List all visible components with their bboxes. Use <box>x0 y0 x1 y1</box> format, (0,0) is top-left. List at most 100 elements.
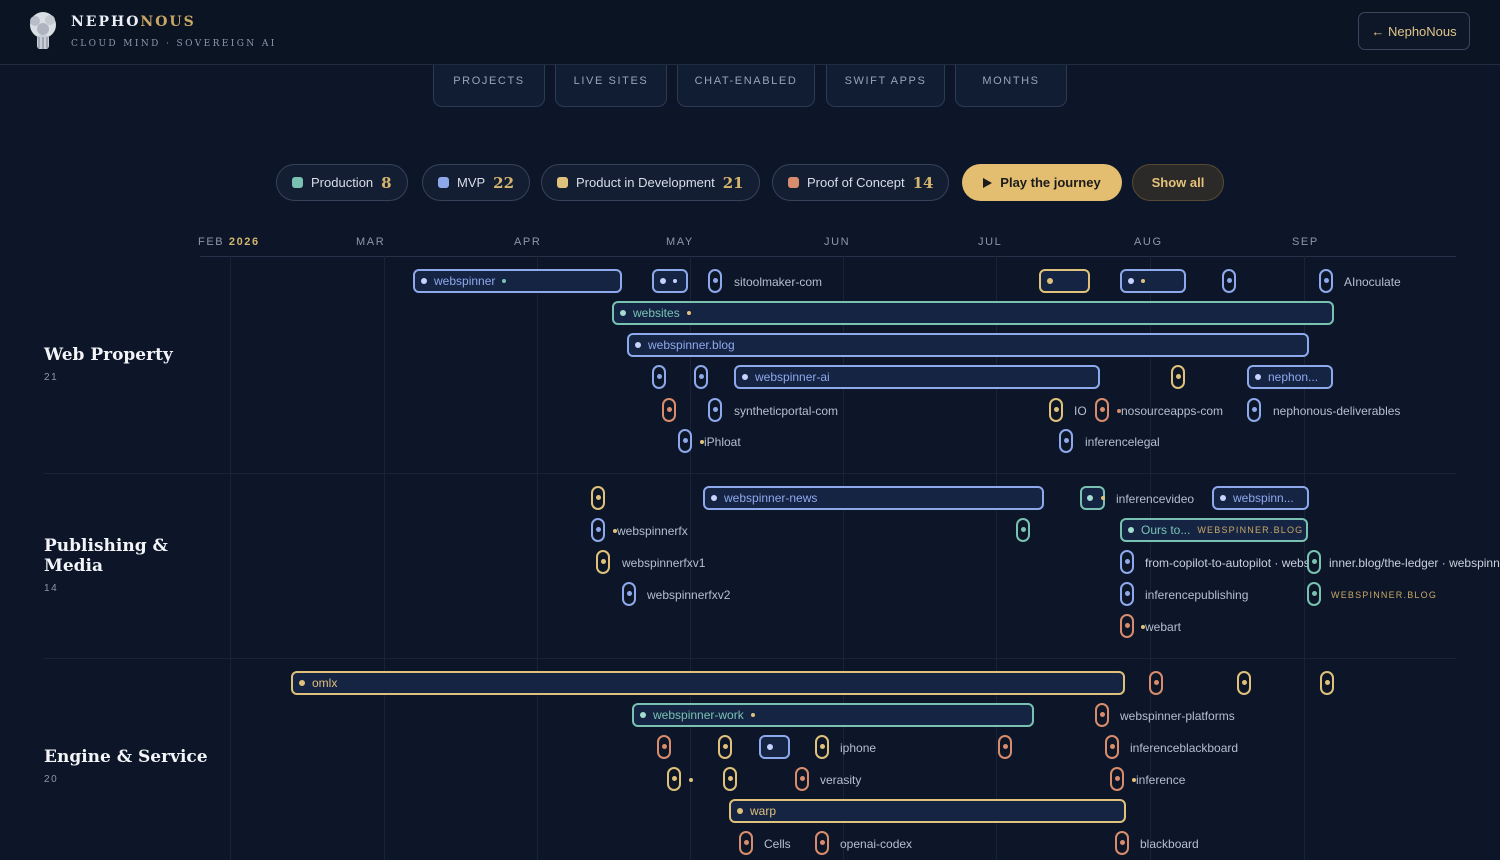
project-marker[interactable] <box>708 398 722 422</box>
project-label: inferencepublishing <box>1145 588 1249 602</box>
project-marker[interactable] <box>1095 398 1109 422</box>
project-marker[interactable] <box>1149 671 1163 695</box>
project-marker[interactable] <box>723 767 737 791</box>
project-bar-websites[interactable]: websites <box>612 301 1334 325</box>
project-marker[interactable] <box>678 429 692 453</box>
project-bar-warp[interactable]: warp <box>729 799 1126 823</box>
project-marker[interactable] <box>739 831 753 855</box>
project-label: inference <box>1136 773 1186 787</box>
project-label: sitoolmaker-com <box>734 275 823 289</box>
project-marker[interactable] <box>667 767 681 791</box>
project-marker[interactable] <box>1237 671 1251 695</box>
project-marker[interactable] <box>1222 269 1236 293</box>
project-bar[interactable] <box>1039 269 1090 293</box>
project-marker[interactable] <box>718 735 732 759</box>
project-bar-webspinner-news[interactable]: webspinner-news <box>703 486 1044 510</box>
project-name: webspinner <box>434 274 496 288</box>
gridline <box>230 256 231 860</box>
project-marker[interactable] <box>1120 614 1134 638</box>
project-marker[interactable] <box>1059 429 1073 453</box>
project-marker[interactable] <box>1120 582 1134 606</box>
project-label: AInoculate <box>1344 275 1401 289</box>
project-marker[interactable] <box>998 735 1012 759</box>
project-bar-webspinn[interactable]: webspinn... <box>1212 486 1309 510</box>
filter-production[interactable]: Production 8 <box>276 164 408 201</box>
project-marker[interactable] <box>622 582 636 606</box>
project-marker[interactable] <box>694 365 708 389</box>
project-bar-webspinner-blog[interactable]: webspinner.blog <box>627 333 1309 357</box>
project-marker[interactable] <box>591 486 605 510</box>
project-name: webspinner-work <box>653 708 744 722</box>
status-dot-icon <box>660 278 666 284</box>
play-journey-button[interactable]: Play the journey <box>962 164 1122 201</box>
mvp-swatch-icon <box>438 177 449 188</box>
project-name: webspinner-ai <box>755 370 830 384</box>
project-label: blackboard <box>1140 837 1199 851</box>
project-marker[interactable] <box>591 518 605 542</box>
project-bar[interactable] <box>759 735 790 759</box>
project-bar-webspinner[interactable]: webspinner <box>413 269 622 293</box>
status-dot-icon <box>640 712 646 718</box>
project-marker[interactable] <box>657 735 671 759</box>
project-label: webspinnerfxv1 <box>622 556 706 570</box>
project-bar-webspinner-work[interactable]: webspinner-work <box>632 703 1034 727</box>
project-label: nephonous-deliverables <box>1273 404 1401 418</box>
project-marker[interactable] <box>708 269 722 293</box>
project-marker[interactable] <box>1105 735 1119 759</box>
project-name: webspinn... <box>1233 491 1294 505</box>
back-to-nephonous-button[interactable]: ← NephoNous <box>1358 12 1470 50</box>
section-count: 20 <box>44 774 59 785</box>
development-swatch-icon <box>557 177 568 188</box>
project-marker[interactable] <box>1247 398 1261 422</box>
project-marker[interactable] <box>1171 365 1185 389</box>
project-bar-webspinner-ai[interactable]: webspinner-ai <box>734 365 1100 389</box>
filter-count: 14 <box>912 173 934 192</box>
filter-mvp[interactable]: MVP 22 <box>422 164 531 201</box>
project-marker[interactable] <box>1110 767 1124 791</box>
project-bar[interactable] <box>652 269 688 293</box>
status-dot-icon <box>620 310 626 316</box>
project-bar-nephon[interactable]: nephon... <box>1247 365 1333 389</box>
project-marker[interactable] <box>1307 582 1321 606</box>
show-all-button[interactable]: Show all <box>1132 164 1224 201</box>
filter-product-in-development[interactable]: Product in Development 21 <box>541 164 760 201</box>
project-marker[interactable] <box>815 831 829 855</box>
filter-label: MVP <box>457 175 486 190</box>
project-marker[interactable] <box>1319 269 1333 293</box>
project-marker[interactable] <box>1115 831 1129 855</box>
project-label: webspinnerfxv2 <box>647 588 731 602</box>
section-count: 21 <box>44 372 59 383</box>
project-name: Ours to... <box>1141 523 1191 537</box>
project-marker[interactable] <box>596 550 610 574</box>
status-dot-icon <box>635 342 641 348</box>
project-marker[interactable] <box>1049 398 1063 422</box>
project-marker[interactable] <box>1307 550 1321 574</box>
live-dot-icon <box>1141 279 1145 283</box>
project-label: inferencelegal <box>1085 435 1160 449</box>
project-bar-ours-to[interactable]: Ours to... WEBSPINNER.BLOG <box>1120 518 1308 542</box>
project-marker[interactable] <box>652 365 666 389</box>
play-icon <box>983 177 993 188</box>
project-marker[interactable] <box>1320 671 1334 695</box>
project-name: warp <box>750 804 777 818</box>
poc-swatch-icon <box>788 177 799 188</box>
project-label: iphone <box>840 741 877 755</box>
filter-label: Proof of Concept <box>807 175 905 190</box>
section-divider <box>44 473 1456 474</box>
status-dot-icon <box>737 808 743 814</box>
project-label: inferencevideo <box>1116 492 1195 506</box>
project-marker[interactable] <box>795 767 809 791</box>
project-label: openai-codex <box>840 837 913 851</box>
project-marker[interactable] <box>815 735 829 759</box>
project-marker[interactable] <box>662 398 676 422</box>
project-bar-omlx[interactable]: omlx <box>291 671 1125 695</box>
filter-count: 21 <box>722 173 744 192</box>
project-name: webspinner.blog <box>648 338 735 352</box>
project-marker[interactable] <box>1120 550 1134 574</box>
month-sep: SEP <box>1292 236 1319 248</box>
status-dot-icon <box>1220 495 1226 501</box>
project-marker[interactable] <box>1095 703 1109 727</box>
filter-proof-of-concept[interactable]: Proof of Concept 14 <box>772 164 950 201</box>
project-bar[interactable] <box>1120 269 1186 293</box>
project-marker[interactable] <box>1016 518 1030 542</box>
